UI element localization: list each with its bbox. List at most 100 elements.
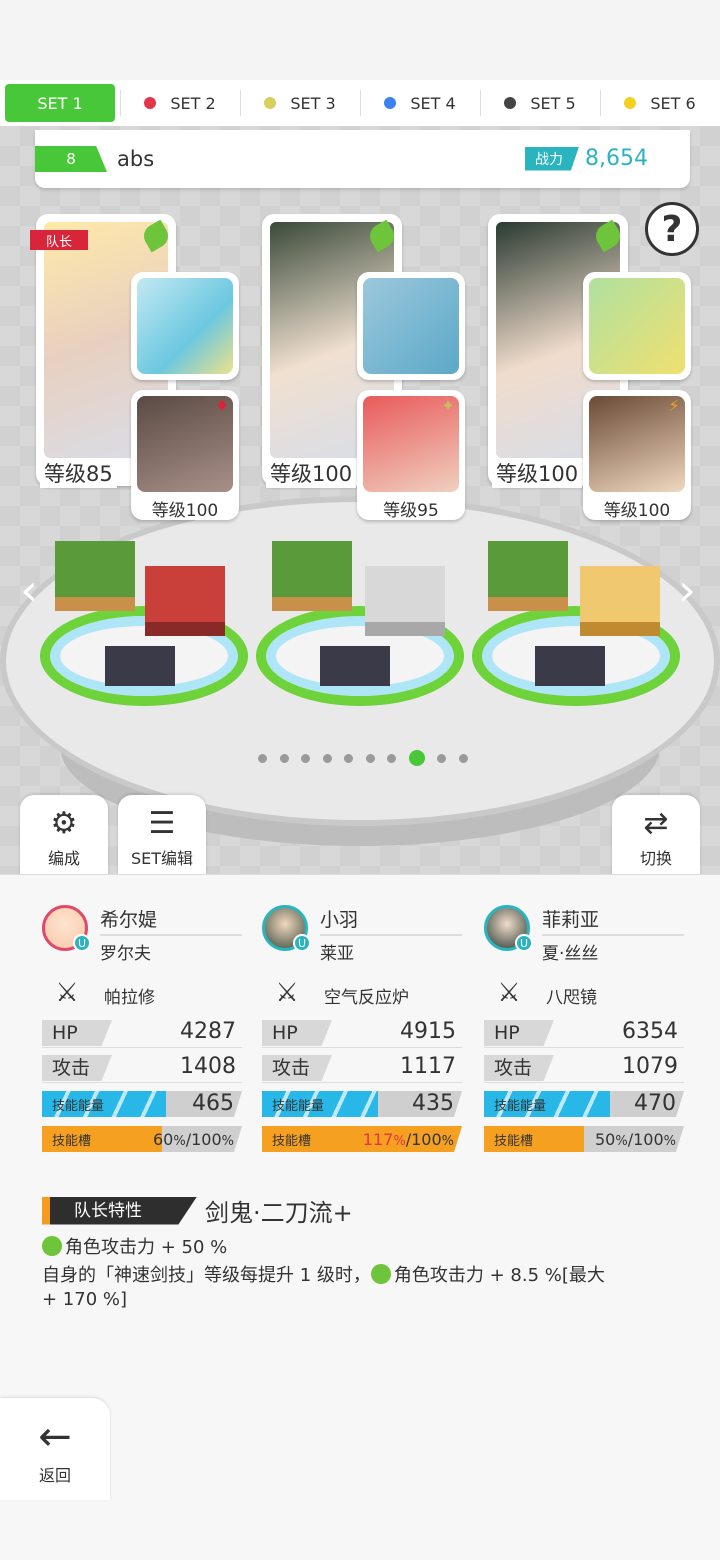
partner-name: 罗尔夫 <box>100 944 151 964</box>
skill-slot-bar: 技能槽 117%/100% <box>262 1126 462 1152</box>
leader-trait-name: 剑鬼·二刀流+ <box>205 1199 353 1227</box>
leaf-element-icon <box>42 1236 62 1256</box>
skill-energy-value: 470 <box>634 1091 676 1116</box>
page-dot[interactable] <box>408 750 425 766</box>
blue-dot-icon <box>384 97 397 109</box>
partner-icon: U <box>73 934 91 952</box>
page-dot[interactable] <box>365 753 375 763</box>
hp-value: 6354 <box>622 1019 678 1044</box>
gold-dot-icon <box>624 97 637 109</box>
page-dot[interactable] <box>301 753 310 763</box>
page-dot[interactable] <box>279 753 289 763</box>
hp-label: HP <box>42 1020 112 1046</box>
leader-badge: 队长 <box>30 230 88 250</box>
tab-set-4[interactable]: SET 4 <box>360 84 480 122</box>
avatar[interactable]: U <box>42 905 91 952</box>
red-block <box>145 566 225 636</box>
swap-icon: ⇄ <box>643 806 669 841</box>
skill-slot-bar: 技能槽 60%/100% <box>42 1126 242 1152</box>
team-number: 8 <box>35 146 107 172</box>
weapon-slot-3[interactable] <box>583 272 691 380</box>
tab-set-3[interactable]: SET 3 <box>240 84 360 122</box>
tab-set-6[interactable]: SET 6 <box>600 84 720 122</box>
skill-energy-value: 435 <box>412 1091 454 1116</box>
weapon-slot-1[interactable] <box>131 272 239 380</box>
tab-set-1[interactable]: SET 1 <box>5 84 115 122</box>
grass-block <box>272 541 352 611</box>
partner-icon: U <box>515 934 533 952</box>
avatar[interactable]: U <box>484 905 533 952</box>
set-edit-button[interactable]: ☰ SET编辑 <box>118 795 206 875</box>
tab-set-5[interactable]: SET 5 <box>480 84 600 122</box>
sand-block <box>580 566 660 636</box>
switch-button[interactable]: ⇄ 切换 <box>612 795 700 875</box>
back-label: 返回 <box>38 1466 71 1485</box>
hero-name: 菲莉亚 <box>542 905 684 936</box>
page-dot[interactable] <box>387 753 396 763</box>
page-dot[interactable] <box>322 753 332 763</box>
sub-hero-level: 等级100 <box>603 501 671 521</box>
question-icon[interactable]: ? <box>645 202 699 256</box>
attack-value: 1408 <box>180 1054 236 1079</box>
prev-arrow-icon[interactable]: ‹ <box>14 566 44 616</box>
attack-value: 1079 <box>622 1054 678 1079</box>
leader-trait-line-1: 角色攻击力 + 50 % <box>42 1236 682 1260</box>
sub-hero-3[interactable]: ⚡ 等级100 <box>583 390 691 521</box>
leaf-element-icon <box>370 1264 391 1284</box>
red-attribute-icon: ♦ <box>214 396 230 415</box>
tab-label: SET 5 <box>530 93 576 113</box>
attack-value: 1117 <box>400 1054 456 1079</box>
hero-name: 小羽 <box>320 905 462 936</box>
sub-hero-2[interactable]: ✦ 等级95 <box>357 390 465 521</box>
stone-block <box>365 566 445 636</box>
back-button[interactable]: ← 返回 <box>0 1398 110 1500</box>
next-arrow-icon[interactable]: › <box>672 566 702 616</box>
grass-block <box>55 541 135 611</box>
formation-button[interactable]: ⚙ 编成 <box>20 795 108 875</box>
lightning-attribute-icon: ⚡ <box>668 396 680 415</box>
switch-label: 切换 <box>639 849 672 868</box>
weapon-name: 帕拉修 <box>104 987 155 1008</box>
page-dot[interactable] <box>458 753 468 763</box>
skill-slot-value: 117%/100% <box>362 1130 454 1149</box>
page-dot[interactable] <box>437 753 446 763</box>
attack-label: 攻击 <box>42 1055 112 1081</box>
skill-slot-label: 技能槽 <box>494 1134 534 1149</box>
sub-hero-level: 等级100 <box>151 501 219 521</box>
hp-value: 4287 <box>180 1019 236 1044</box>
weapon-name: 空气反应炉 <box>324 987 409 1008</box>
member-column-3: U 菲莉亚 夏·丝丝 ⚔ 八咫镜 HP 6354 攻击 1079 技能能量 470 技能槽… <box>484 905 684 1152</box>
tab-label: SET 2 <box>170 93 216 113</box>
tab-label: SET 1 <box>37 93 83 113</box>
hero-level: 等级85 <box>40 458 117 488</box>
hero-name: 希尔媞 <box>100 905 242 936</box>
team-name-bar[interactable]: 8 abs 战力 8,654 <box>35 130 690 188</box>
team-screen: SET 1 SET 2 SET 3 SET 4 SET 5 SET 6 ‹ › … <box>0 0 720 1560</box>
leader-trait: 队长特性 剑鬼·二刀流+ 角色攻击力 + 50 % 自身的「神速剑技」等级每提升… <box>42 1193 682 1312</box>
mirror-icon <box>589 278 685 374</box>
partner-name: 夏·丝丝 <box>542 944 599 964</box>
skill-energy-label: 技能能量 <box>52 1099 105 1114</box>
weapon-slot-2[interactable] <box>357 272 465 380</box>
skill-slot-value: 50%/100% <box>594 1130 676 1149</box>
avatar[interactable]: U <box>262 905 311 952</box>
page-indicator <box>258 750 480 766</box>
arrow-left-icon: ← <box>38 1414 72 1460</box>
tab-label: SET 4 <box>410 93 456 113</box>
leader-trait-line-2: 自身的「神速剑技」等级每提升 1 级时， 角色攻击力 + 8.5 %[最大 + 17… <box>42 1264 605 1310</box>
dark-block <box>535 646 605 686</box>
page-dot[interactable] <box>258 753 267 763</box>
leader-trait-tag: 队长特性 <box>42 1196 197 1225</box>
skill-energy-value: 465 <box>192 1091 234 1116</box>
axe-icon <box>137 278 233 374</box>
sub-hero-1[interactable]: ♦ 等级100 <box>131 390 239 521</box>
page-dot[interactable] <box>344 753 353 763</box>
grass-block <box>488 541 568 611</box>
skill-energy-bar: 技能能量 470 <box>484 1091 684 1117</box>
partner-icon: U <box>293 934 311 952</box>
tab-set-2[interactable]: SET 2 <box>120 84 240 122</box>
member-column-2: U 小羽 莱亚 ⚔ 空气反应炉 HP 4915 攻击 1117 技能能量 435 技能槽 1… <box>262 905 462 1152</box>
attack-label: 攻击 <box>262 1055 332 1081</box>
light-attribute-icon: ✦ <box>441 396 455 415</box>
skill-energy-label: 技能能量 <box>494 1099 547 1114</box>
